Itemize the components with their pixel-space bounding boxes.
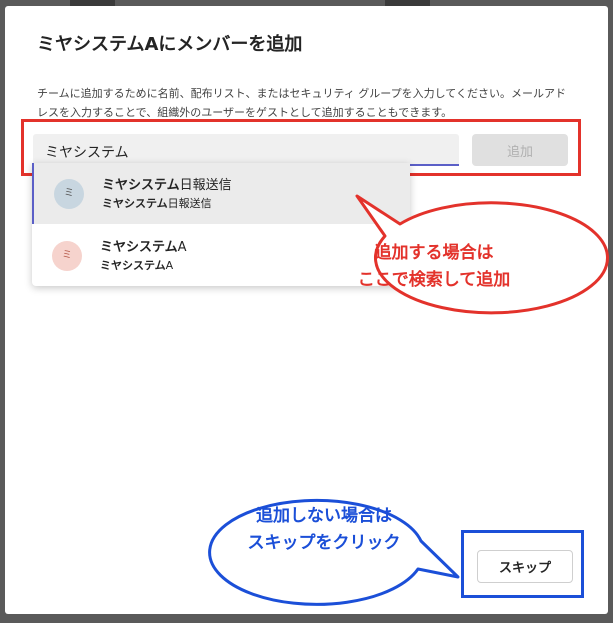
add-annotation-line: ここで検索して追加 xyxy=(357,270,511,290)
add-annotation-line: 追加する場合は xyxy=(374,243,494,263)
skip-button[interactable]: スキップ xyxy=(477,550,573,583)
skip-annotation-text: 追加しない場合は スキップをクリック xyxy=(226,503,422,557)
skip-annotation-line: スキップをクリック xyxy=(247,533,401,553)
skip-annotation-line: 追加しない場合は xyxy=(256,506,392,526)
add-annotation-text: 追加する場合は ここで検索して追加 xyxy=(339,240,529,294)
